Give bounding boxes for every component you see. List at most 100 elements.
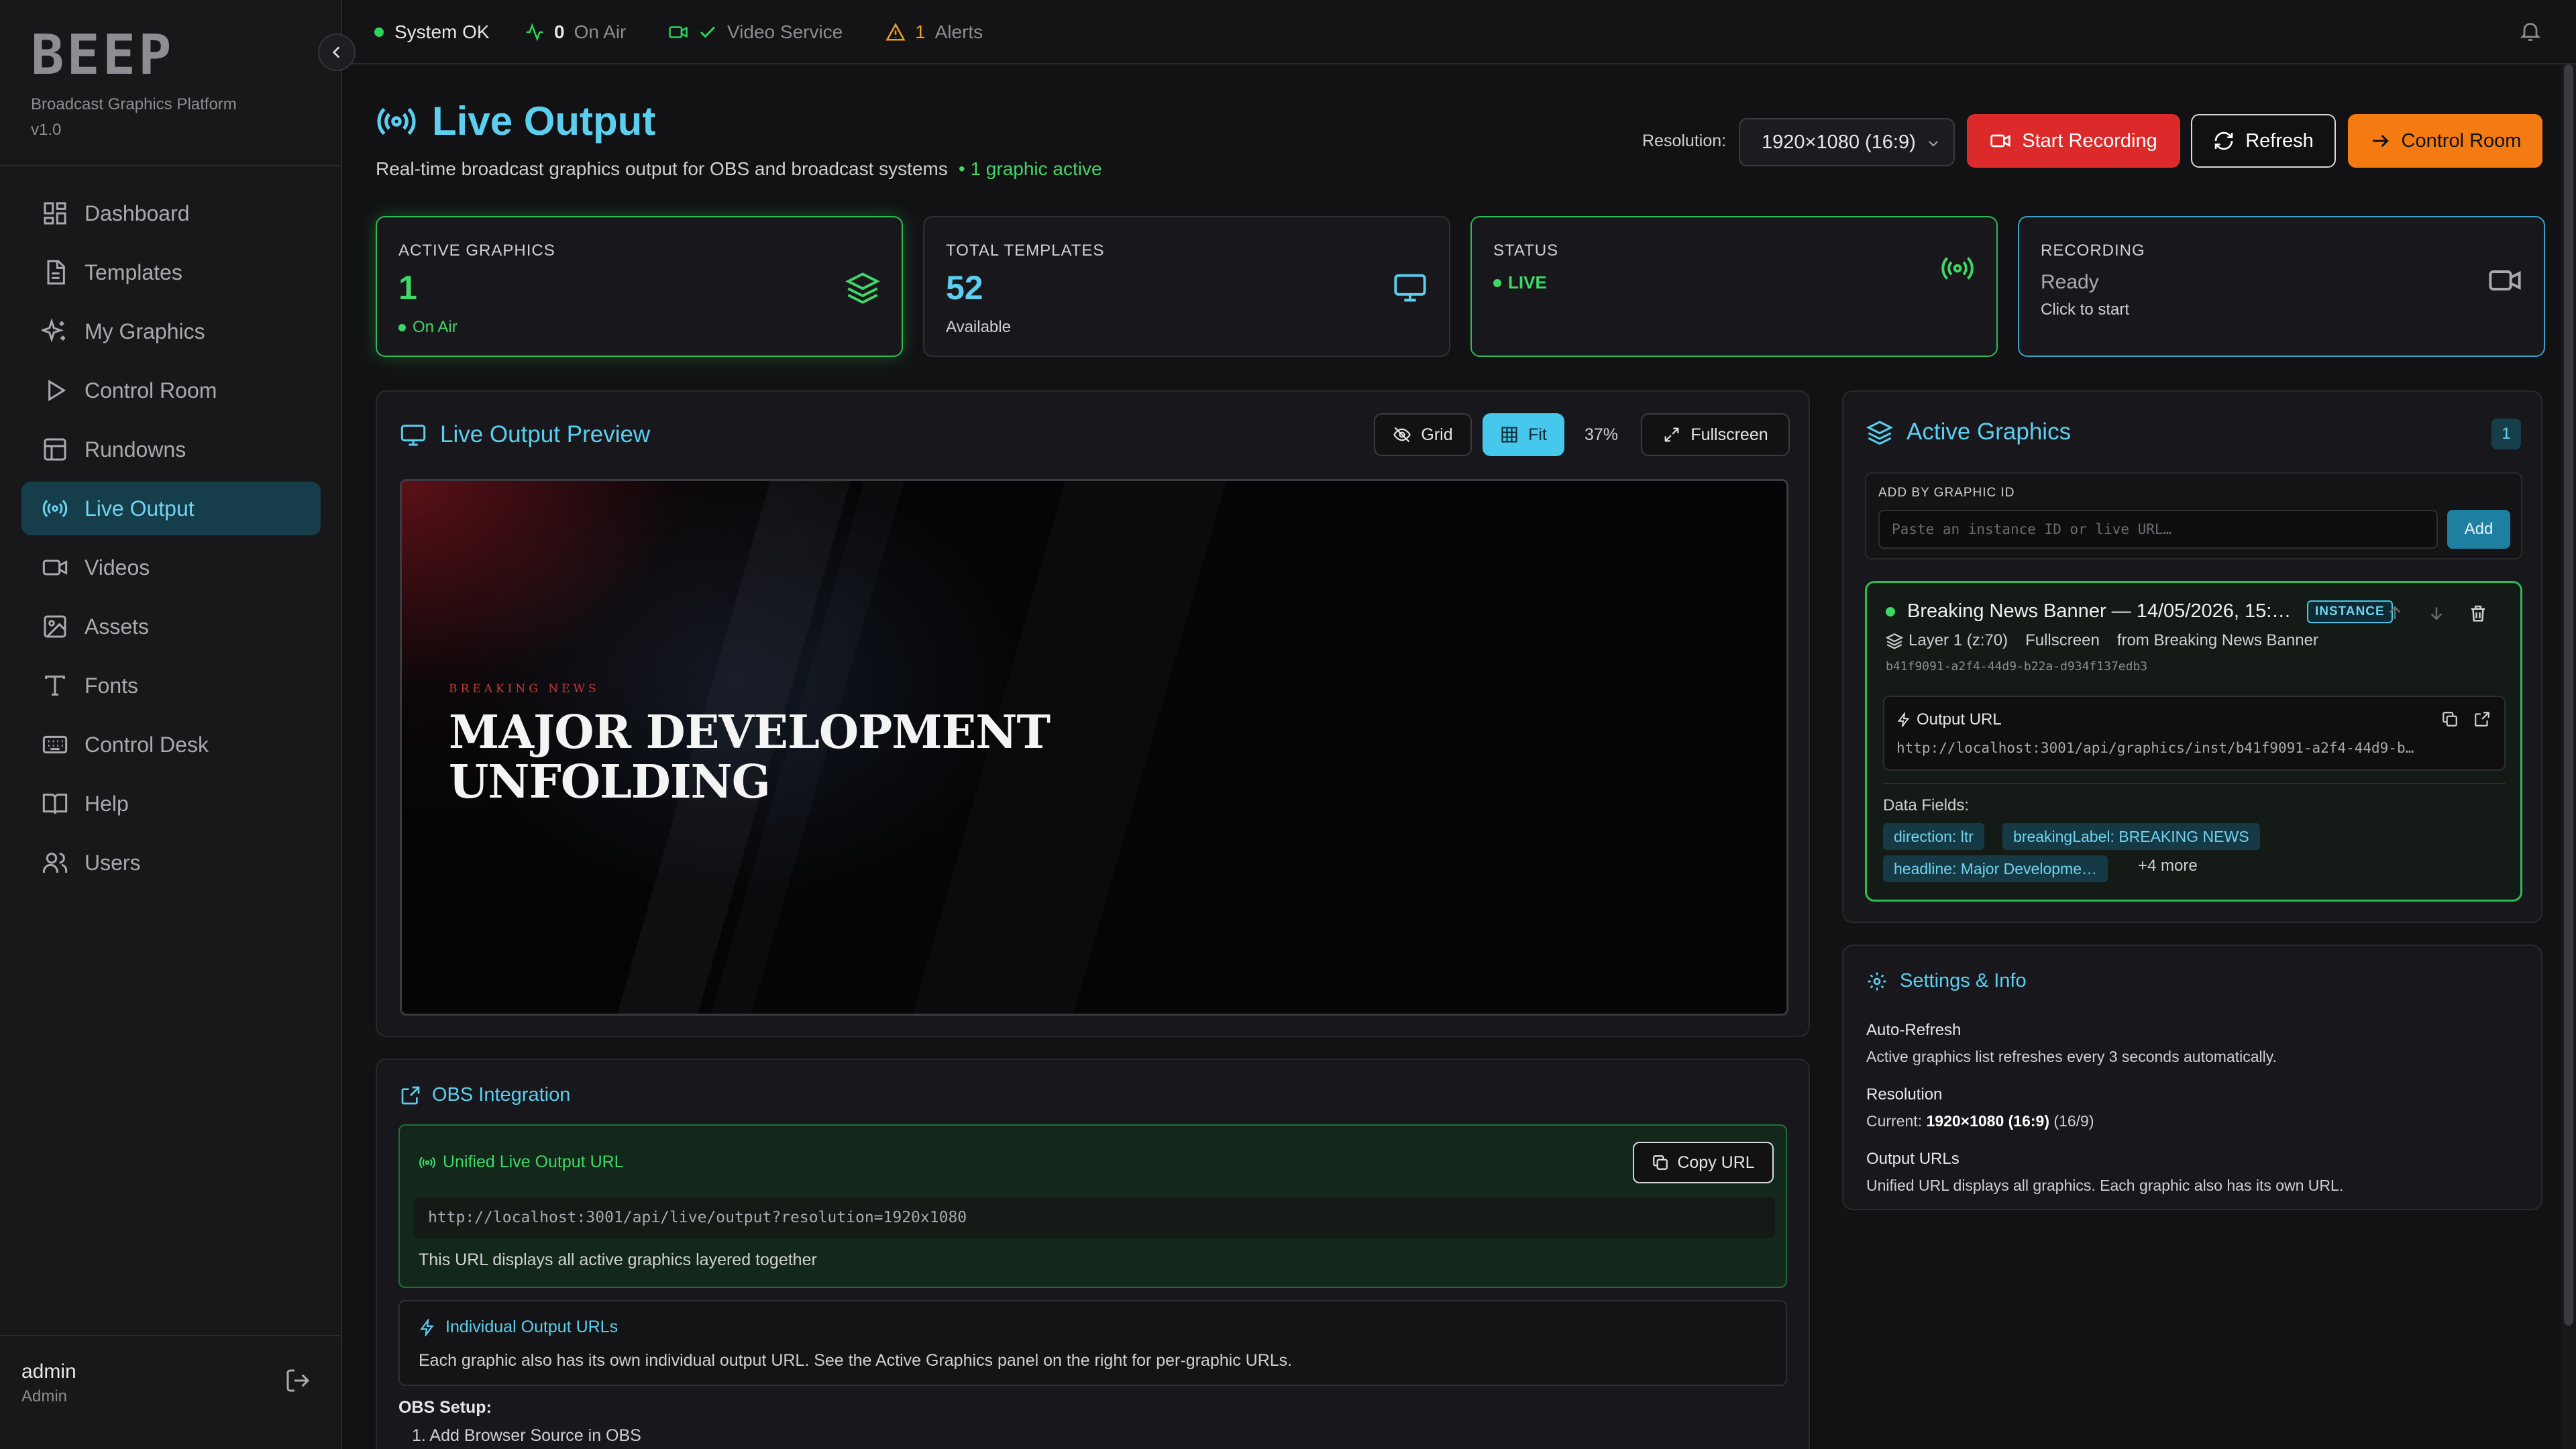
sidebar-item-label: Rundowns xyxy=(85,437,186,462)
sidebar-item-users[interactable]: Users xyxy=(21,836,321,890)
grid-toggle-button[interactable]: Grid xyxy=(1374,413,1472,456)
scrollbar-thumb[interactable] xyxy=(2564,64,2573,1326)
instance-badge: INSTANCE xyxy=(2307,600,2393,623)
arrow-up-icon[interactable] xyxy=(2385,603,2405,623)
preview-canvas[interactable]: BREAKING NEWS MAJOR DEVELOPMENT UNFOLDIN… xyxy=(400,479,1788,1016)
sidebar-item-templates[interactable]: Templates xyxy=(21,246,321,299)
sidebar-item-label: Users xyxy=(85,850,141,875)
trash-icon[interactable] xyxy=(2468,603,2488,623)
expand-icon xyxy=(1664,427,1679,442)
status-value: LIVE xyxy=(1508,272,1547,292)
sidebar-item-my-graphics[interactable]: My Graphics xyxy=(21,305,321,358)
data-fields-more[interactable]: +4 more xyxy=(2138,857,2198,875)
arrow-down-icon[interactable] xyxy=(2426,603,2447,623)
sidebar-item-videos[interactable]: Videos xyxy=(21,541,321,594)
grid-icon xyxy=(1501,427,1517,443)
video-service-status: Video Service xyxy=(668,19,843,46)
grid-label: Grid xyxy=(1421,425,1453,444)
sidebar-item-control-desk[interactable]: Control Desk xyxy=(21,718,321,771)
card-note-text: On Air xyxy=(413,318,458,336)
resolution-value: 1920×1080 (16:9) xyxy=(1926,1112,2049,1130)
card-caption: RECORDING xyxy=(2041,241,2145,260)
status-live: LIVE xyxy=(1493,272,1547,293)
lightning-icon xyxy=(1897,712,1910,727)
card-value: 1 xyxy=(398,269,417,307)
copy-url-button[interactable]: Copy URL xyxy=(1633,1142,1774,1183)
monitor-icon xyxy=(400,425,426,446)
unified-url-field[interactable]: http://localhost:3001/api/live/output?re… xyxy=(413,1197,1775,1238)
output-url-label: Output URL xyxy=(1896,710,2002,729)
autorefresh-heading: Auto-Refresh xyxy=(1866,1021,1962,1039)
sidebar-item-control-room[interactable]: Control Room xyxy=(21,364,321,417)
broadcast-icon xyxy=(42,500,68,517)
sidebar-item-label: Fonts xyxy=(85,673,139,698)
graphic-id: b41f9091-a2f4-44d9-b22a-d934f137edb3 xyxy=(1886,659,2148,674)
graphic-headline: MAJOR DEVELOPMENT UNFOLDING xyxy=(449,706,1051,809)
recording-card[interactable]: RECORDING Ready Click to start xyxy=(2018,216,2545,357)
resolution-ratio: (16/9) xyxy=(2053,1112,2094,1130)
sidebar-item-live-output[interactable]: Live Output xyxy=(21,482,321,535)
book-icon xyxy=(42,794,68,814)
graphic-mode: Fullscreen xyxy=(2025,631,2100,649)
preview-title-text: Live Output Preview xyxy=(440,421,651,447)
check-icon xyxy=(700,26,716,38)
active-graphic-item[interactable]: Breaking News Banner — 14/05/2026, 15:… … xyxy=(1865,581,2522,902)
sidebar-nav: Dashboard Templates My Graphics Control … xyxy=(21,186,321,895)
fit-label: Fit xyxy=(1528,425,1547,444)
copy-icon[interactable] xyxy=(2441,710,2459,728)
live-output-preview-panel: Live Output Preview Grid Fit 37% Fullscr… xyxy=(376,390,1810,1037)
users-icon xyxy=(42,853,68,873)
user-role: Admin xyxy=(21,1387,68,1405)
card-caption: STATUS xyxy=(1493,241,1559,260)
external-link-icon[interactable] xyxy=(2473,710,2491,728)
sidebar-item-label: My Graphics xyxy=(85,319,205,343)
page-subtitle-text: Real-time broadcast graphics output for … xyxy=(376,158,948,179)
individual-urls-box: Individual Output URLs Each graphic also… xyxy=(398,1300,1787,1386)
status-card: STATUS LIVE xyxy=(1470,216,1998,357)
video-icon xyxy=(2489,270,2521,290)
add-graphic-button[interactable]: Add xyxy=(2447,510,2510,549)
fullscreen-button[interactable]: Fullscreen xyxy=(1641,413,1790,456)
fit-button[interactable]: Fit xyxy=(1483,413,1564,456)
sidebar-item-help[interactable]: Help xyxy=(21,777,321,830)
refresh-button[interactable]: Refresh xyxy=(2191,114,2336,168)
graphic-layer: Layer 1 (z:70) xyxy=(1909,631,2008,649)
resolution-text: Current: 1920×1080 (16:9) (16/9) xyxy=(1866,1112,2094,1130)
add-by-id-box: ADD BY GRAPHIC ID Add xyxy=(1865,472,2522,559)
on-air-label: On Air xyxy=(574,21,627,42)
resolution-select[interactable]: 1920×1080 (16:9) xyxy=(1739,118,1955,166)
active-graphics-panel: Active Graphics 1 ADD BY GRAPHIC ID Add … xyxy=(1842,390,2542,923)
start-recording-button[interactable]: Start Recording xyxy=(1967,114,2180,168)
graphic-live-dot xyxy=(1886,606,1895,616)
activity-icon xyxy=(526,23,543,42)
data-field-chip: direction: ltr xyxy=(1883,823,1984,850)
bell-icon[interactable] xyxy=(2518,19,2542,43)
type-icon xyxy=(45,676,65,696)
fullscreen-label: Fullscreen xyxy=(1690,425,1768,444)
sidebar-item-assets[interactable]: Assets xyxy=(21,600,321,653)
external-link-icon xyxy=(401,1086,420,1104)
active-graphics-count-badge: 1 xyxy=(2491,419,2521,449)
output-url-value[interactable]: http://localhost:3001/api/graphics/inst/… xyxy=(1896,740,2493,756)
page-subtitle: Real-time broadcast graphics output for … xyxy=(376,158,1102,180)
broadcast-icon xyxy=(1941,257,1974,280)
control-room-button[interactable]: Control Room xyxy=(2348,114,2542,168)
unified-url-label: Unified Live Output URL xyxy=(419,1152,624,1172)
sparkles-icon xyxy=(42,318,65,343)
card-caption: ACTIVE GRAPHICS xyxy=(398,241,555,260)
logout-icon[interactable] xyxy=(284,1367,311,1394)
card-note: Available xyxy=(946,318,1011,336)
sidebar-item-dashboard[interactable]: Dashboard xyxy=(21,186,321,240)
scrollbar[interactable] xyxy=(2561,64,2576,1449)
alerts-status[interactable]: 1 Alerts xyxy=(885,19,983,46)
sidebar-collapse-button[interactable] xyxy=(318,34,356,71)
dashboard-icon xyxy=(44,202,66,225)
sidebar-item-rundowns[interactable]: Rundowns xyxy=(21,423,321,476)
graphic-id-input[interactable] xyxy=(1878,510,2438,549)
sidebar-footer: admin Admin xyxy=(0,1335,342,1449)
sidebar-item-fonts[interactable]: Fonts xyxy=(21,659,321,712)
eye-off-icon xyxy=(1393,427,1411,443)
sidebar-item-label: Videos xyxy=(85,555,150,580)
resolution-heading: Resolution xyxy=(1866,1085,1943,1104)
brand: BEEP Broadcast Graphics Platform v1.0 xyxy=(31,28,237,140)
